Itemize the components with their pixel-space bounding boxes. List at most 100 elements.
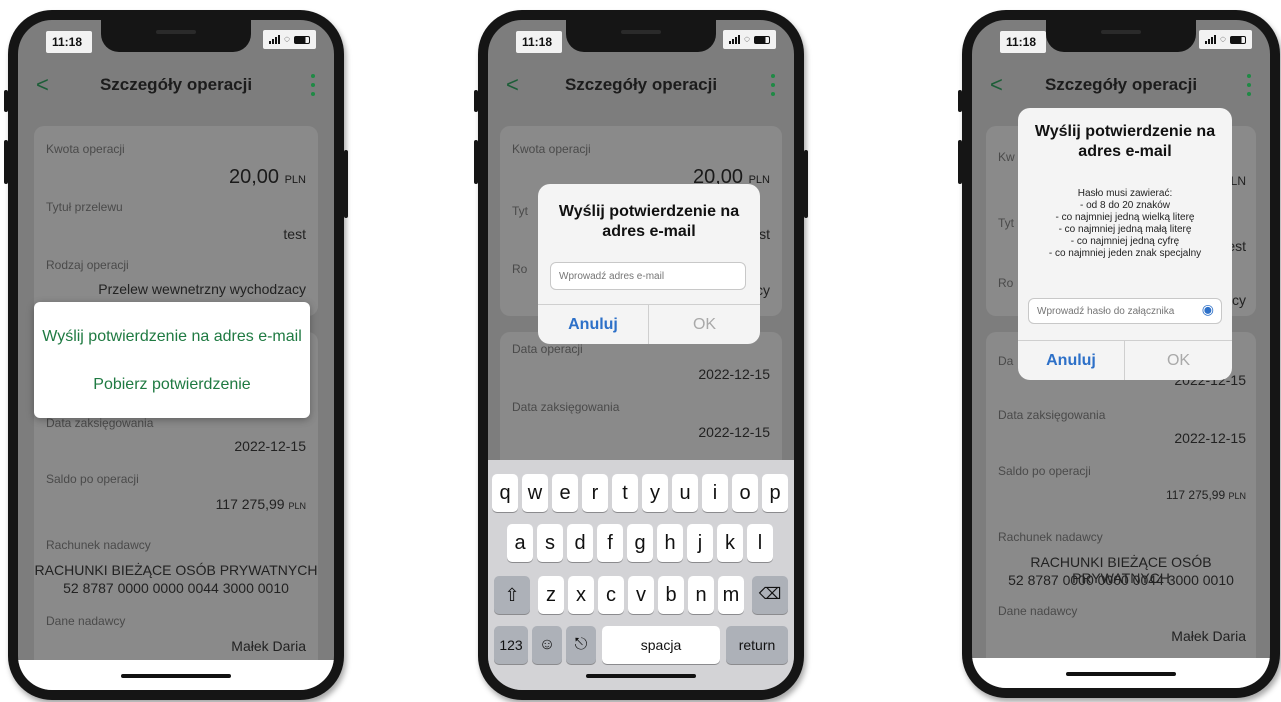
key-j[interactable]: j <box>687 524 713 562</box>
balance-value: 117 275,99 PLN <box>216 496 306 512</box>
key-d[interactable]: d <box>567 524 593 562</box>
status-icons: ◌ <box>263 30 316 49</box>
emoji-key[interactable]: ☺ <box>532 626 562 664</box>
screen-2: 11:18 ◌ < Szczegóły operacji Kwota opera… <box>488 20 794 690</box>
sender-account-label: Rachunek nadawcy <box>998 530 1103 544</box>
amount-currency-partial: LN <box>1230 174 1246 188</box>
booking-date-label: Data zaksięgowania <box>46 416 154 430</box>
key-v[interactable]: v <box>628 576 654 614</box>
key-t[interactable]: t <box>612 474 638 512</box>
notch <box>101 20 251 52</box>
balance-currency: PLN <box>288 501 306 511</box>
ok-button[interactable]: OK <box>649 304 760 344</box>
key-m[interactable]: m <box>718 576 744 614</box>
balance-value: 117 275,99 PLN <box>1166 488 1246 502</box>
key-p[interactable]: p <box>762 474 788 512</box>
key-h[interactable]: h <box>657 524 683 562</box>
balance-currency: PLN <box>1228 491 1246 501</box>
key-x[interactable]: x <box>568 576 594 614</box>
more-vertical-icon[interactable] <box>1246 74 1252 96</box>
action-sheet: Wyślij potwierdzenie na adres e-mail Pob… <box>34 302 310 418</box>
operation-date-label-partial: Da <box>998 354 1014 368</box>
status-time: 11:18 <box>516 31 563 53</box>
download-confirmation-option[interactable]: Pobierz potwierdzenie <box>34 376 310 394</box>
home-indicator[interactable] <box>121 674 231 678</box>
password-rules: Hasło musi zawierać: - od 8 do 20 znaków -… <box>1018 188 1232 260</box>
dialog-title: Wyślij potwierdzenie na adres e-mail <box>1034 123 1216 160</box>
eye-icon[interactable]: ◉ <box>1202 301 1214 318</box>
wifi-icon: ◌ <box>744 34 750 45</box>
password-rule-line: - co najmniej jeden znak specjalny <box>1048 248 1202 259</box>
key-k[interactable]: k <box>717 524 743 562</box>
operation-date-value: 2022-12-15 <box>698 366 770 382</box>
balance-number: 117 275,99 <box>1165 488 1226 502</box>
signal-icon <box>729 35 741 44</box>
balance-label: Saldo po operacji <box>998 464 1091 478</box>
password-rule-line: - od 8 do 20 znaków <box>1079 200 1171 211</box>
booking-date-value: 2022-12-15 <box>234 438 306 454</box>
key-o[interactable]: o <box>732 474 758 512</box>
space-key[interactable]: spacja <box>602 626 720 664</box>
sender-account-number: 52 8787 0000 0000 0044 3000 0010 <box>1008 572 1234 588</box>
home-indicator[interactable] <box>586 674 696 678</box>
key-l[interactable]: l <box>747 524 773 562</box>
key-e[interactable]: e <box>552 474 578 512</box>
ok-button[interactable]: OK <box>1125 340 1232 380</box>
phone-frame-3: 11:18 ◌ < Szczegóły operacji Kw LN Tyt e… <box>958 10 1280 698</box>
key-c[interactable]: c <box>598 576 624 614</box>
key-s[interactable]: s <box>537 524 563 562</box>
sender-account-number: 52 8787 0000 0000 0044 3000 0010 <box>63 580 289 596</box>
key-r[interactable]: r <box>582 474 608 512</box>
key-g[interactable]: g <box>627 524 653 562</box>
wifi-icon: ◌ <box>284 34 290 45</box>
backspace-key[interactable]: ⌫ <box>752 576 788 614</box>
key-u[interactable]: u <box>672 474 698 512</box>
shift-key[interactable]: ⇧ <box>494 576 530 614</box>
sender-value: Małek Daria <box>1171 628 1246 644</box>
key-n[interactable]: n <box>688 576 714 614</box>
more-vertical-icon[interactable] <box>310 74 316 96</box>
battery-icon <box>754 35 770 44</box>
status-time: 11:18 <box>1000 31 1047 53</box>
signal-icon <box>269 35 281 44</box>
wifi-icon: ◌ <box>1220 34 1226 45</box>
cancel-button[interactable]: Anuluj <box>1018 340 1125 380</box>
email-input[interactable] <box>550 262 746 290</box>
key-a[interactable]: a <box>507 524 533 562</box>
status-icons: ◌ <box>723 30 776 49</box>
return-key[interactable]: return <box>726 626 788 664</box>
page-title: Szczegóły operacji <box>564 75 718 94</box>
microphone-key[interactable]: ⎋ <box>566 626 596 664</box>
app-bar: < Szczegóły operacji <box>972 60 1270 110</box>
send-email-confirmation-option[interactable]: Wyślij potwierdzenie na adres e-mail <box>34 328 310 346</box>
key-i[interactable]: i <box>702 474 728 512</box>
password-input[interactable] <box>1028 298 1222 324</box>
key-w[interactable]: w <box>522 474 548 512</box>
balance-number: 117 275,99 <box>215 496 285 512</box>
operation-date-label: Data operacji <box>512 342 583 356</box>
password-rule-line: Hasło musi zawierać: <box>1077 188 1173 199</box>
amount-number: 20,00 <box>228 166 280 188</box>
app-bar: < Szczegóły operacji <box>18 60 334 110</box>
sender-account-name: RACHUNKI BIEŻĄCE OSÓB PRYWATNYCH <box>34 562 318 578</box>
key-f[interactable]: f <box>597 524 623 562</box>
phone-frame-2: 11:18 ◌ < Szczegóły operacji Kwota opera… <box>474 10 808 700</box>
title-value: test <box>283 226 306 242</box>
signal-icon <box>1205 35 1217 44</box>
dialog-title: Wyślij potwierdzenie na adres e-mail <box>558 203 740 240</box>
type-label-partial: Ro <box>998 276 1014 290</box>
notch <box>1046 20 1196 52</box>
key-q[interactable]: q <box>492 474 518 512</box>
key-y[interactable]: y <box>642 474 668 512</box>
key-b[interactable]: b <box>658 576 684 614</box>
key-z[interactable]: z <box>538 576 564 614</box>
password-rule-line: - co najmniej jedną cyfrę <box>1070 236 1180 247</box>
email-dialog: Wyślij potwierdzenie na adres e-mail Anu… <box>538 184 760 344</box>
amount-currency: PLN <box>284 174 306 186</box>
home-indicator[interactable] <box>1066 672 1176 676</box>
more-vertical-icon[interactable] <box>770 74 776 96</box>
cancel-button[interactable]: Anuluj <box>538 304 649 344</box>
status-time: 11:18 <box>46 31 93 53</box>
amount-label: Kwota operacji <box>512 142 591 156</box>
numbers-key[interactable]: 123 <box>494 626 528 664</box>
